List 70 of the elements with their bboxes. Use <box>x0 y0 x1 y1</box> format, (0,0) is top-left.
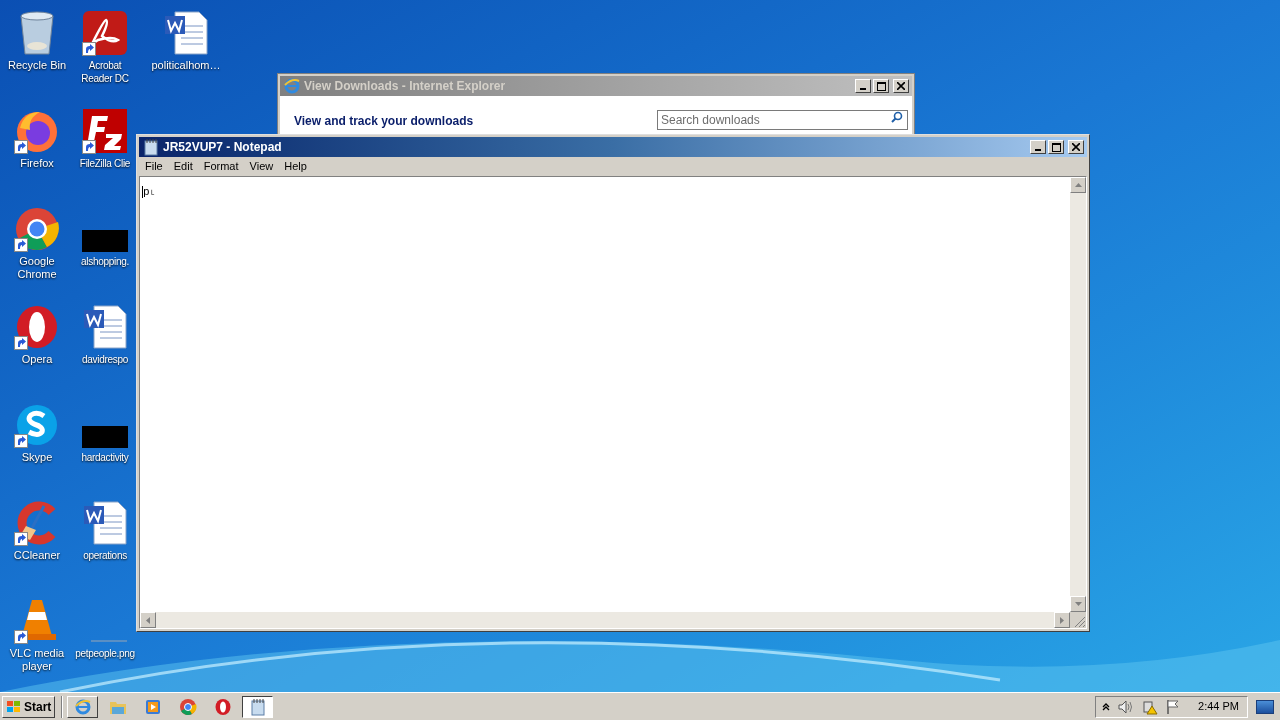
desktop-icon-label[interactable]: Recycle Bin <box>7 59 67 72</box>
scroll-left-icon <box>146 616 150 624</box>
pdf-icon <box>82 10 128 56</box>
menu-item[interactable]: Help <box>279 158 312 175</box>
opera-icon <box>14 304 60 350</box>
vertical-scrollbar[interactable] <box>1070 177 1086 612</box>
filezilla-icon <box>82 108 128 154</box>
network-warning-icon[interactable] <box>1142 698 1159 715</box>
menu-item[interactable]: Format <box>198 158 244 175</box>
desktop-icon-label[interactable]: petpeople.png <box>75 647 135 660</box>
menu-item[interactable]: View <box>244 158 279 175</box>
maximize-icon <box>1051 142 1061 152</box>
notepad-icon <box>248 697 267 716</box>
word-document-icon <box>82 500 128 546</box>
internet-explorer-icon <box>73 697 92 716</box>
horizontal-scrollbar[interactable] <box>140 612 1070 628</box>
desktop-icon-label[interactable]: CCleaner <box>13 549 61 562</box>
speaker-icon[interactable] <box>1118 699 1135 714</box>
scroll-down-icon <box>1074 602 1082 606</box>
desktop-icon-label[interactable]: alshopping. <box>81 255 129 268</box>
redacted-block <box>82 426 128 448</box>
minimize-button[interactable] <box>855 79 871 93</box>
desktop-icon-label[interactable]: operations <box>83 549 127 562</box>
text-area[interactable]: p˪ <box>140 177 1070 612</box>
desktop-icon-label[interactable]: davidrespo <box>82 353 128 366</box>
show-desktop-button[interactable] <box>1256 699 1274 714</box>
desktop-icon-label[interactable]: VLC media player <box>0 647 74 673</box>
chrome-icon <box>14 206 60 252</box>
desktop-icon-label[interactable]: Google Chrome <box>0 255 74 281</box>
maximize-button[interactable] <box>873 79 889 93</box>
search-field[interactable]: Search downloads <box>657 110 908 130</box>
scroll-right-icon <box>1060 616 1064 624</box>
close-icon <box>1072 143 1080 151</box>
windows-logo-icon <box>6 699 22 714</box>
word-document-icon <box>82 304 128 350</box>
media-player-icon <box>143 697 162 716</box>
downloads-heading: View and track your downloads <box>294 113 474 130</box>
window-title: JR52VUP7 - Notepad <box>163 139 282 156</box>
menu-item[interactable]: Edit <box>168 158 198 175</box>
desktop-icon-label[interactable]: Skype <box>21 451 53 464</box>
scroll-up-icon <box>1074 183 1082 187</box>
redacted-block <box>82 230 128 252</box>
opera-icon <box>213 697 232 716</box>
desktop-icon-label[interactable]: Acrobat Reader DC <box>75 59 135 85</box>
taskbar-button[interactable] <box>242 695 274 718</box>
notepad-icon <box>142 138 160 156</box>
desktop-icon-label[interactable]: Firefox <box>20 157 54 170</box>
document-text: p˪ <box>142 186 157 198</box>
minimize-button[interactable] <box>1030 140 1046 154</box>
maximize-button[interactable] <box>1048 140 1064 154</box>
desktop-icon-label[interactable]: FileZilla Clie <box>79 157 131 170</box>
word-document-icon <box>163 10 209 56</box>
flag-icon[interactable] <box>1166 698 1181 715</box>
desktop-icon-label[interactable]: Opera <box>21 353 53 366</box>
window-title: View Downloads - Internet Explorer <box>304 78 506 95</box>
internet-explorer-icon <box>283 77 301 95</box>
skype-icon <box>14 402 60 448</box>
chevron-up-icon[interactable] <box>1102 702 1111 711</box>
search-icon <box>891 111 903 123</box>
chrome-icon <box>178 697 197 716</box>
maximize-icon <box>876 81 886 91</box>
desktop-icon-label[interactable]: hardactivity <box>81 451 129 464</box>
start-button[interactable]: Start <box>2 695 56 718</box>
close-button[interactable] <box>1068 140 1084 154</box>
clock[interactable]: 2:44 PM <box>1198 698 1239 715</box>
close-icon <box>897 82 905 90</box>
menu-item[interactable]: File <box>140 158 168 175</box>
close-button[interactable] <box>893 79 909 93</box>
desktop-icon-label[interactable]: politicalhom… <box>151 59 221 72</box>
recycle-bin-icon <box>17 10 57 56</box>
